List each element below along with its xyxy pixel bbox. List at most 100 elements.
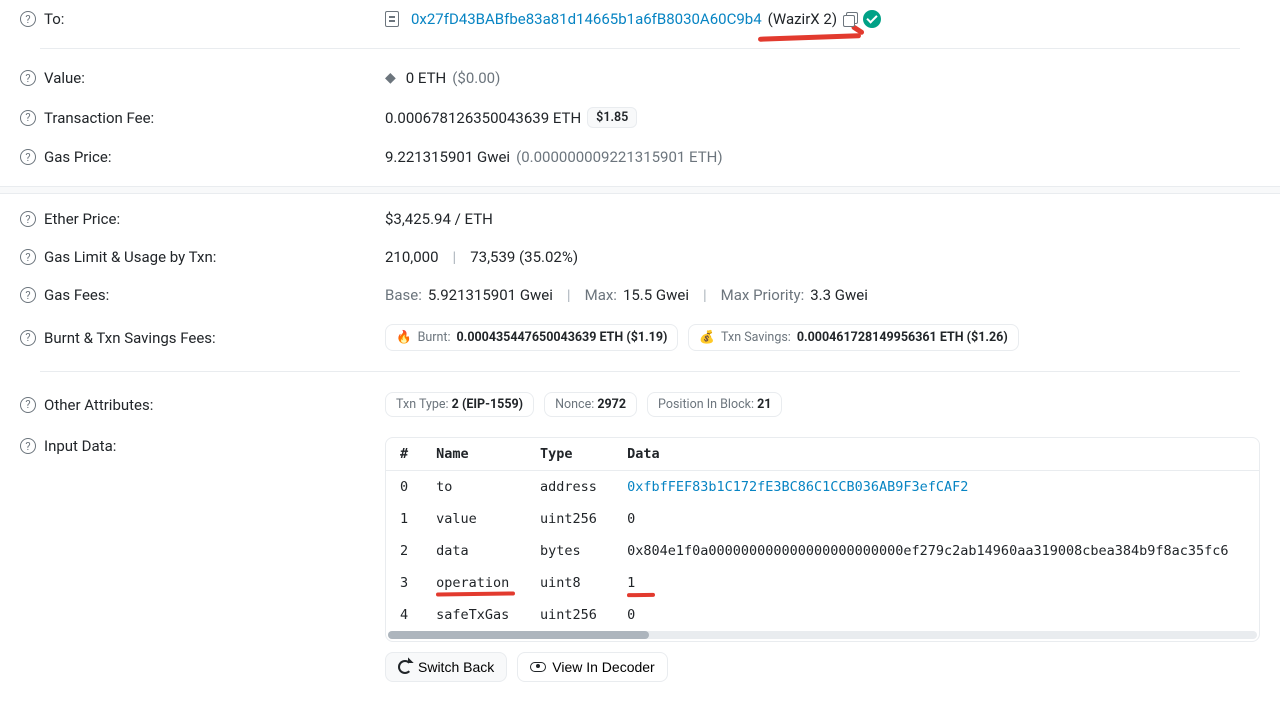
gasfees-max-label: Max:	[585, 286, 617, 304]
help-icon[interactable]: ?	[20, 249, 36, 265]
help-icon[interactable]: ?	[20, 211, 36, 227]
gasfees-label: Gas Fees:	[44, 286, 109, 304]
to-address-name: (WazirX 2)	[768, 10, 837, 28]
gasprice-eth: (0.000000009221315901 ETH)	[516, 148, 723, 166]
etherprice-value: $3,425.94 / ETH	[385, 210, 493, 228]
gasprice-gwei: 9.221315901 Gwei	[385, 148, 510, 166]
txntype-badge: Txn Type: 2 (EIP-1559)	[385, 392, 534, 417]
fire-icon: 🔥	[396, 330, 412, 345]
input-data-table: # Name Type Data 0 toaddress 0xfbfFEF83b1C…	[385, 437, 1260, 642]
cell-type: uint8	[526, 567, 613, 599]
cell-type: address	[526, 471, 613, 504]
txnfee-eth: 0.000678126350043639 ETH	[385, 109, 581, 127]
gasfees-maxpri: 3.3 Gwei	[810, 286, 868, 304]
burnt-chip-value: 0.000435447650043639 ETH ($1.19)	[457, 330, 668, 345]
value-amount: 0 ETH	[406, 69, 446, 87]
switch-back-label: Switch Back	[418, 659, 494, 675]
separator: |	[703, 286, 707, 304]
col-type: Type	[526, 438, 613, 471]
eth-icon: ◆	[385, 70, 396, 86]
view-decoder-button[interactable]: View In Decoder	[517, 652, 667, 682]
help-icon[interactable]: ?	[20, 330, 36, 346]
help-icon[interactable]: ?	[20, 70, 36, 86]
savings-chip-label: Txn Savings:	[721, 330, 791, 345]
txntype-badge-label: Txn Type:	[396, 397, 449, 412]
col-idx: #	[386, 438, 422, 471]
separator: |	[567, 286, 571, 304]
inputdata-label: Input Data:	[44, 437, 116, 455]
table-row: 3 operation uint81	[386, 567, 1259, 599]
col-data: Data	[613, 438, 1259, 471]
cell-name: to	[422, 471, 526, 504]
gasfees-base: 5.921315901 Gwei	[428, 286, 553, 304]
coin-icon: 💰	[699, 330, 715, 345]
gasfees-maxpri-label: Max Priority:	[721, 286, 805, 304]
verified-check-icon	[863, 10, 881, 28]
cell-data: 0	[613, 503, 1259, 535]
help-icon[interactable]: ?	[20, 110, 36, 126]
etherprice-label: Ether Price:	[44, 210, 120, 228]
section-gap	[0, 186, 1280, 194]
nonce-badge-label: Nonce:	[555, 397, 594, 412]
gaslimit-label: Gas Limit & Usage by Txn:	[44, 248, 216, 266]
help-icon[interactable]: ?	[20, 11, 36, 27]
help-icon[interactable]: ?	[20, 438, 36, 454]
annotation-red-underline: operation	[436, 575, 509, 591]
undo-icon	[398, 660, 412, 674]
gasfees-base-label: Base:	[385, 286, 422, 304]
savings-chip-value: 0.000461728149956361 ETH ($1.26)	[797, 330, 1008, 345]
cell-idx: 3	[386, 567, 422, 599]
separator: |	[453, 248, 457, 266]
nonce-badge-value: 2972	[597, 397, 626, 412]
horizontal-scrollbar[interactable]	[388, 631, 1257, 639]
view-decoder-label: View In Decoder	[552, 659, 654, 675]
position-badge-value: 21	[757, 397, 771, 412]
to-label: To:	[44, 10, 64, 28]
cell-idx: 4	[386, 599, 422, 631]
gasprice-label: Gas Price:	[44, 148, 111, 166]
contract-icon	[385, 11, 399, 27]
copy-icon[interactable]	[843, 12, 857, 26]
gaslimit-used: 73,539 (35.02%)	[470, 248, 578, 266]
txnfee-label: Transaction Fee:	[44, 109, 154, 127]
table-row: 1valueuint2560	[386, 503, 1259, 535]
help-icon[interactable]: ?	[20, 397, 36, 413]
data-address-link[interactable]: 0xfbfFEF83b1C172fE3BC86C1CCB036AB9F3efCA…	[627, 479, 968, 495]
burnt-chip: 🔥 Burnt: 0.000435447650043639 ETH ($1.19…	[385, 324, 678, 351]
switch-back-button[interactable]: Switch Back	[385, 652, 507, 682]
cell-name: operation	[422, 567, 526, 599]
cell-data: 1	[613, 567, 1259, 599]
eye-icon	[530, 662, 546, 672]
cell-type: uint256	[526, 503, 613, 535]
table-row: 4safeTxGasuint2560	[386, 599, 1259, 631]
cell-type: uint256	[526, 599, 613, 631]
gaslimit-limit: 210,000	[385, 248, 439, 266]
savings-chip: 💰 Txn Savings: 0.000461728149956361 ETH …	[688, 324, 1018, 351]
divider	[40, 371, 1240, 372]
divider	[40, 48, 1240, 49]
cell-idx: 2	[386, 535, 422, 567]
col-name: Name	[422, 438, 526, 471]
cell-data: 0xfbfFEF83b1C172fE3BC86C1CCB036AB9F3efCA…	[613, 471, 1259, 504]
table-row: 2databytes0x804e1f0a00000000000000000000…	[386, 535, 1259, 567]
cell-data: 0	[613, 599, 1259, 631]
help-icon[interactable]: ?	[20, 287, 36, 303]
burnt-chip-label: Burnt:	[418, 330, 451, 345]
scrollbar-thumb[interactable]	[388, 631, 649, 639]
value-label: Value:	[44, 69, 85, 87]
position-badge: Position In Block: 21	[647, 392, 782, 417]
to-address-link[interactable]: 0x27fD43BABfbe83a81d14665b1a6fB8030A60C9…	[411, 10, 762, 28]
annotation-red-underline	[758, 33, 862, 42]
txnfee-usd-pill: $1.85	[587, 107, 637, 128]
value-usd: ($0.00)	[452, 69, 500, 87]
cell-name: value	[422, 503, 526, 535]
other-label: Other Attributes:	[44, 396, 153, 414]
gasfees-max: 15.5 Gwei	[623, 286, 689, 304]
help-icon[interactable]: ?	[20, 149, 36, 165]
cell-name: safeTxGas	[422, 599, 526, 631]
burnt-label: Burnt & Txn Savings Fees:	[44, 329, 216, 347]
cell-data: 0x804e1f0a000000000000000000000000ef279c…	[613, 535, 1259, 567]
cell-name: data	[422, 535, 526, 567]
cell-idx: 1	[386, 503, 422, 535]
nonce-badge: Nonce: 2972	[544, 392, 637, 417]
